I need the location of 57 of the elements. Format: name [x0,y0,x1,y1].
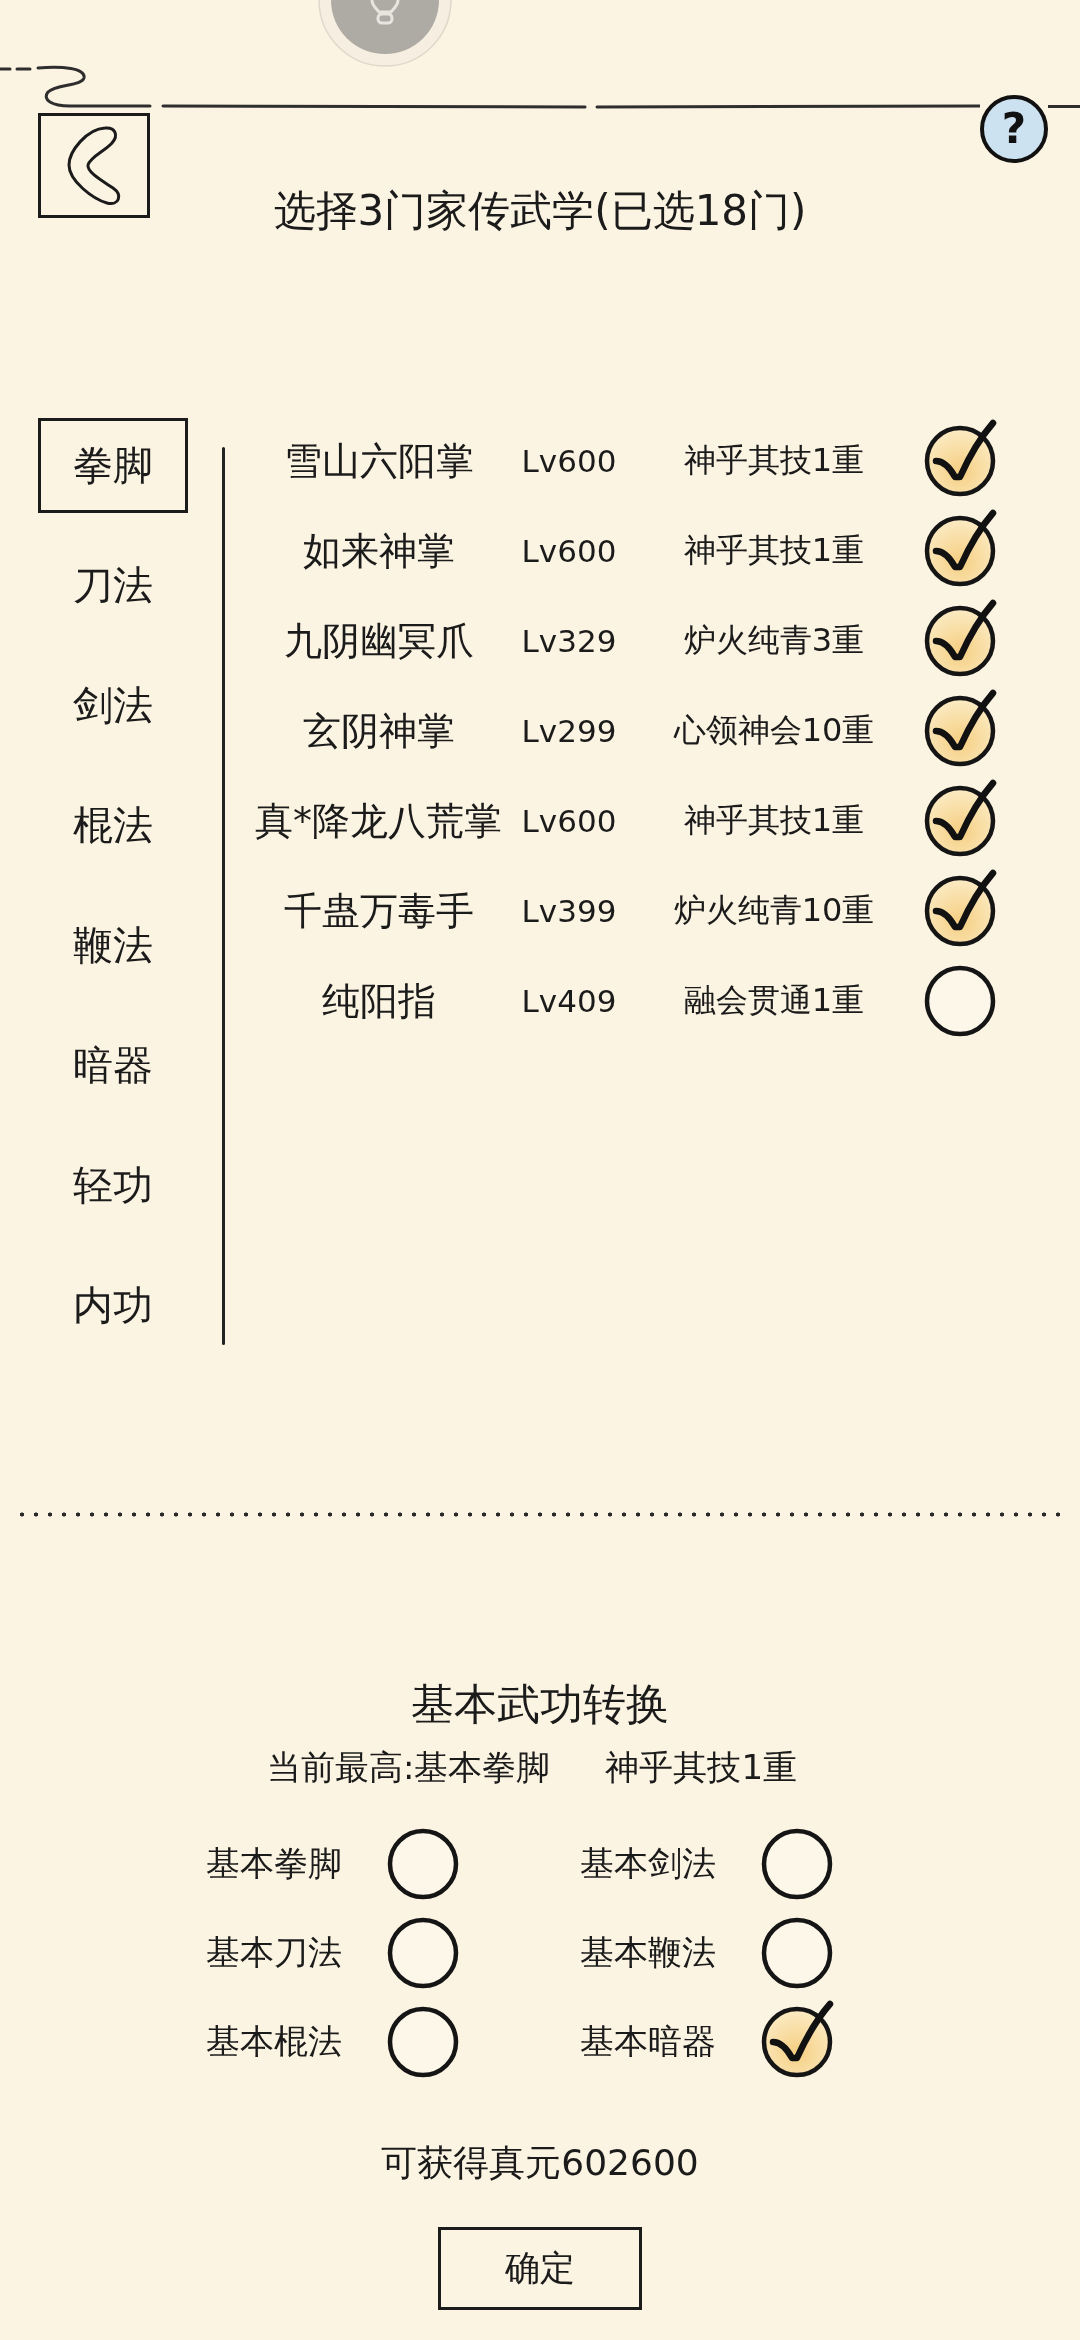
category-tab[interactable]: 拳脚 [38,418,188,513]
skill-checkbox[interactable] [924,779,998,857]
skill-name: 雪山六阳掌 [283,437,474,485]
category-tab[interactable]: 轻功 [38,1138,188,1233]
page-title: 选择3门家传武学(已选18门) [272,186,808,236]
option-radio[interactable] [761,1828,833,1900]
option-radio[interactable] [387,1828,459,1900]
skill-name: 千蛊万毒手 [283,887,474,935]
option-label: 基本棍法 [206,2020,342,2063]
option-label: 基本暗器 [580,2020,716,2063]
option-label: 基本鞭法 [580,1931,716,1974]
skill-level: Lv409 [521,983,617,1019]
skill-name: 九阴幽冥爪 [283,617,474,665]
option-label: 基本拳脚 [206,1842,342,1885]
skill-checkbox[interactable] [924,869,998,947]
category-tab[interactable]: 棍法 [38,778,188,873]
section-title: 基本武功转换 [411,1679,669,1729]
skill-checkbox[interactable] [924,509,998,587]
skill-name: 纯阳指 [321,977,436,1025]
help-button[interactable]: ? [980,95,1048,163]
option-radio[interactable] [387,1917,459,1989]
skill-name: 如来神掌 [302,527,455,575]
reward-text: 可获得真元602600 [381,2141,699,2185]
skill-level: Lv600 [521,803,617,839]
skill-realm: 炉火纯青3重 [683,620,865,661]
category-tab[interactable]: 内功 [38,1258,188,1353]
skill-realm: 神乎其技1重 [683,800,865,841]
skill-realm: 融会贯通1重 [683,980,865,1021]
current-realm-text: 神乎其技1重 [605,1746,798,1789]
option-radio[interactable] [387,2006,459,2078]
confirm-button[interactable]: 确定 [438,2227,642,2310]
category-tab[interactable]: 暗器 [38,1018,188,1113]
category-tab[interactable]: 鞭法 [38,898,188,993]
skill-checkbox[interactable] [924,599,998,677]
category-tab[interactable]: 剑法 [38,658,188,753]
skill-realm: 心领神会10重 [673,710,875,751]
skill-checkbox[interactable] [924,419,998,497]
skill-realm: 神乎其技1重 [683,440,865,481]
skill-checkbox[interactable] [924,689,998,767]
current-best-text: 当前最高:基本拳脚 [266,1746,551,1789]
option-radio[interactable] [761,2000,835,2078]
skill-level: Lv600 [521,443,617,479]
option-label: 基本刀法 [206,1931,342,1974]
skill-realm: 炉火纯青10重 [673,890,875,931]
option-radio[interactable] [761,1917,833,1989]
skill-level: Lv299 [521,713,617,749]
skill-realm: 神乎其技1重 [683,530,865,571]
skill-level: Lv600 [521,533,617,569]
skill-level: Lv329 [521,623,617,659]
skill-checkbox[interactable] [924,965,996,1037]
skill-level: Lv399 [521,893,617,929]
skill-name: 玄阴神掌 [302,707,455,755]
option-label: 基本剑法 [580,1842,716,1885]
back-button[interactable] [38,113,150,218]
bulb-icon [370,0,400,25]
category-tab[interactable]: 刀法 [38,538,188,633]
skill-name: 真*降龙八荒掌 [255,797,502,845]
